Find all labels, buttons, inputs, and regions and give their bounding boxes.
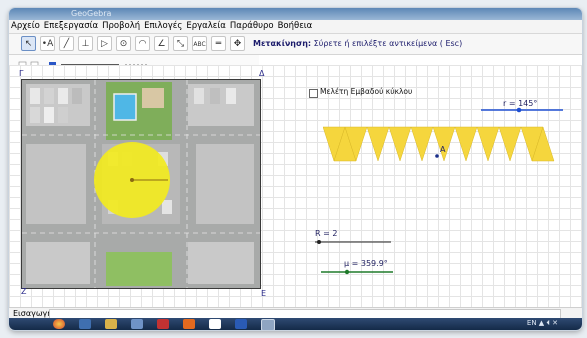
slider-R[interactable]	[313, 239, 393, 245]
media-icon[interactable]	[131, 319, 143, 329]
slider-mu-label: μ = 359.9°	[344, 259, 388, 268]
move-view-tool[interactable]: ✥	[230, 36, 245, 51]
tool-mode-label: Μετακίνηση:	[253, 39, 312, 48]
graphics-view[interactable]: Γ Δ Z E Μελέτη Εμβαδού κύκλου r = 145° A…	[9, 65, 582, 307]
reflect-tool[interactable]: ⤡	[173, 36, 188, 51]
corner-label-zeta: Z	[21, 287, 27, 296]
menu-view[interactable]: Προβολή	[102, 21, 140, 31]
slider-R-label: R = 2	[315, 229, 338, 238]
app-icon[interactable]	[209, 319, 221, 329]
line-tool[interactable]: ╱	[59, 36, 74, 51]
slider-r[interactable]	[479, 107, 565, 113]
menu-tools[interactable]: Εργαλεία	[186, 21, 226, 31]
firefox-icon[interactable]	[183, 319, 195, 329]
menu-help[interactable]: Βοήθεια	[278, 21, 313, 31]
menu-edit[interactable]: Επεξεργασία	[44, 21, 98, 31]
word-icon[interactable]	[235, 319, 247, 329]
point-a-label: A	[440, 145, 446, 154]
start-icon[interactable]	[53, 319, 65, 329]
point-tool[interactable]: •A	[40, 36, 55, 51]
ie-icon[interactable]	[79, 319, 91, 329]
geogebra-taskbar-icon[interactable]	[261, 319, 275, 330]
area-study-checkbox[interactable]	[309, 89, 318, 98]
title-bar: GeoGebra	[9, 8, 582, 20]
arc-tool[interactable]: ◠	[135, 36, 150, 51]
folder-icon[interactable]	[105, 319, 117, 329]
text-tool[interactable]: ABC	[192, 36, 207, 51]
corner-label-epsilon: E	[261, 289, 267, 298]
taskbar: EN ▲ ⏴ ✕	[9, 318, 582, 330]
menu-bar: Αρχείο Επεξεργασία Προβολή Επιλογές Εργαλεία…	[9, 20, 582, 34]
system-tray: EN ▲ ⏴ ✕	[526, 319, 558, 327]
corner-label-gamma: Γ	[19, 69, 24, 78]
parking-lot-image	[21, 79, 261, 289]
move-tool[interactable]: ↖	[21, 36, 36, 51]
polygon-tool[interactable]: ▷	[97, 36, 112, 51]
app-window: GeoGebra Αρχείο Επεξεργασία Προβολή Επιλογέ…	[9, 8, 582, 330]
perpendicular-tool[interactable]: ⊥	[78, 36, 93, 51]
window-title: GeoGebra	[71, 9, 112, 18]
corner-label-delta: Δ	[259, 69, 265, 78]
slider-mu[interactable]	[319, 269, 395, 275]
acrobat-icon[interactable]	[157, 319, 169, 329]
menu-window[interactable]: Παράθυρο	[230, 21, 274, 31]
point-a[interactable]	[434, 153, 440, 159]
angle-tool[interactable]: ∠	[154, 36, 169, 51]
area-study-label: Μελέτη Εμβαδού κύκλου	[320, 87, 413, 96]
toolbar: ↖ •A ╱ ⊥ ▷ ⊙ ◠ ∠ ⤡ ABC ═ ✥ Μετακίνηση: Σ…	[9, 34, 582, 55]
menu-options[interactable]: Επιλογές	[144, 21, 182, 31]
slider-tool[interactable]: ═	[211, 36, 226, 51]
tool-hint: Μετακίνηση: Σύρετε ή επιλέξτε αντικείμεν…	[253, 39, 462, 48]
circle-tool[interactable]: ⊙	[116, 36, 131, 51]
menu-file[interactable]: Αρχείο	[11, 21, 40, 31]
tool-mode-hint: Σύρετε ή επιλέξτε αντικείμενα ( Esc)	[313, 39, 463, 48]
